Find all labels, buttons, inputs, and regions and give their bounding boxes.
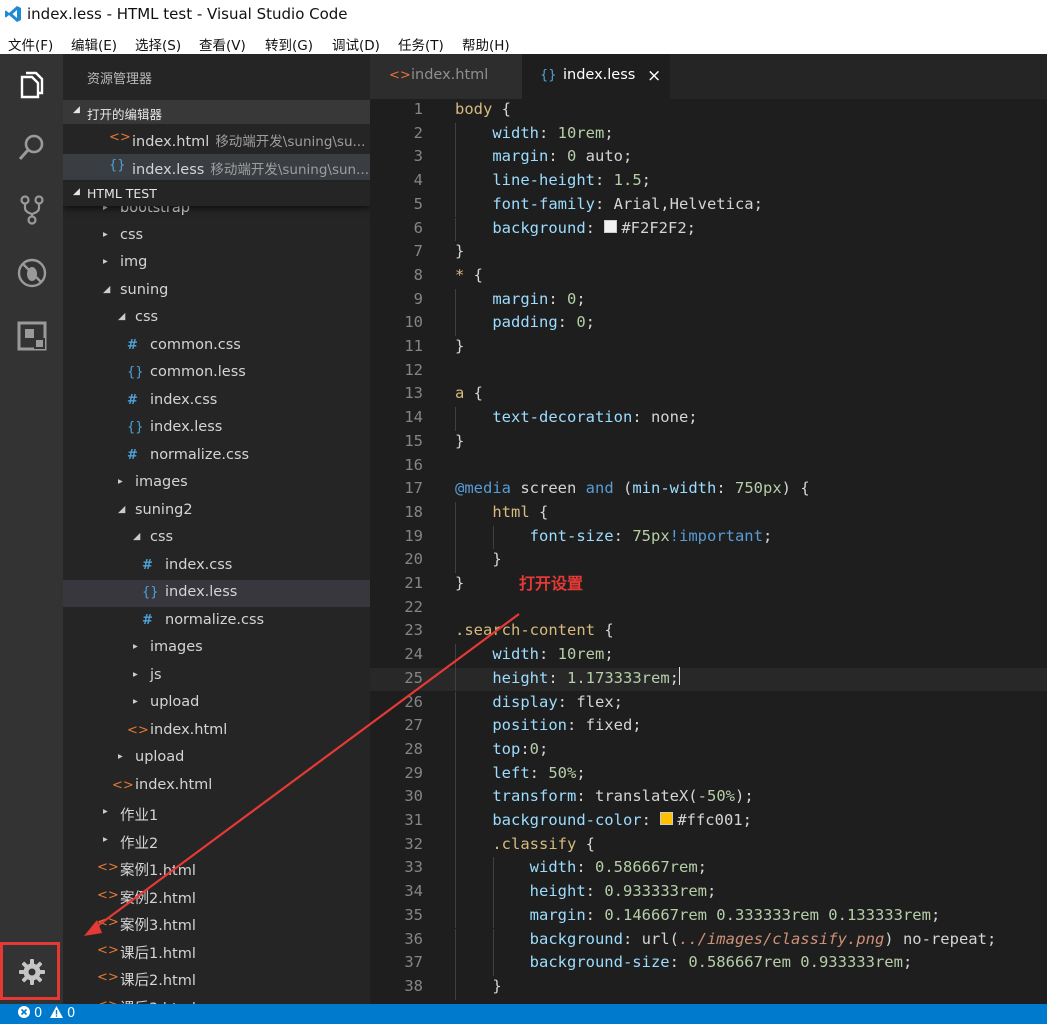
warning-icon[interactable] [50, 1006, 63, 1021]
warning-count[interactable]: 0 [67, 1006, 75, 1021]
annotation-label: 打开设置 [519, 574, 584, 593]
error-count[interactable]: 0 [34, 1006, 42, 1021]
error-icon[interactable] [18, 1006, 30, 1021]
annotation-arrow [84, 613, 520, 936]
status-bar: 0 0 [0, 1004, 1047, 1024]
